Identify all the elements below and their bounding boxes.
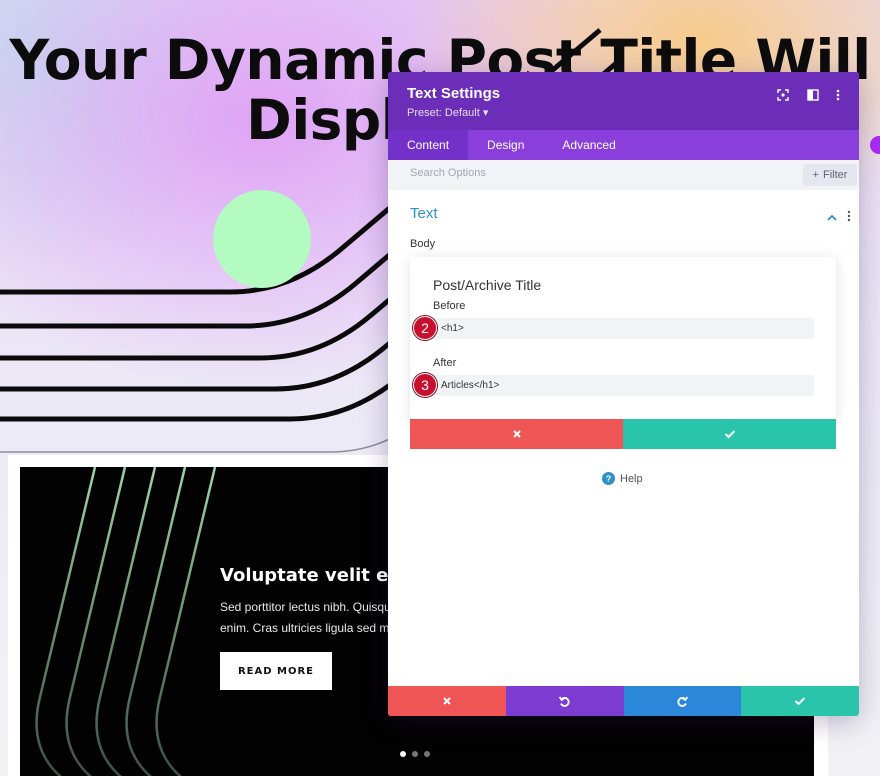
- section-title-text[interactable]: Text: [410, 205, 438, 222]
- redo-icon: [677, 695, 689, 707]
- read-more-button[interactable]: READ MORE: [220, 652, 332, 690]
- help-label: Help: [620, 472, 643, 485]
- undo-icon: [558, 695, 570, 707]
- help-link[interactable]: ? Help: [602, 472, 643, 485]
- help-icon: ?: [602, 472, 615, 485]
- before-input[interactable]: <h1>: [433, 318, 814, 339]
- chevron-up-icon[interactable]: [827, 209, 837, 227]
- fullscreen-icon[interactable]: [774, 86, 792, 104]
- check-icon: [794, 697, 806, 706]
- decorative-green-circle: [213, 190, 311, 288]
- dynamic-cancel-button[interactable]: [410, 419, 623, 449]
- filter-label: Filter: [822, 169, 848, 181]
- check-icon: [724, 430, 735, 439]
- body-label: Body: [410, 238, 436, 250]
- search-bar: Search Options + Filter: [388, 160, 859, 190]
- tab-advanced[interactable]: Advanced: [543, 130, 634, 160]
- before-label: Before: [433, 300, 466, 312]
- slider-dot-1[interactable]: [400, 751, 406, 757]
- more-options-icon[interactable]: [829, 86, 847, 104]
- text-settings-modal: Text Settings Preset: Default ▾ Content …: [388, 72, 859, 716]
- modal-header: Text Settings Preset: Default ▾: [388, 72, 859, 130]
- after-input[interactable]: Articles</h1>: [433, 375, 814, 396]
- save-button[interactable]: [741, 686, 859, 716]
- slider-dot-2[interactable]: [412, 751, 418, 757]
- split-view-icon[interactable]: [804, 86, 822, 104]
- dynamic-content-title: Post/Archive Title: [433, 277, 542, 293]
- tab-content[interactable]: Content: [388, 130, 469, 160]
- undo-button[interactable]: [505, 686, 624, 716]
- step-badge-3: 3: [413, 373, 437, 397]
- slider-pagination: [400, 751, 430, 757]
- discard-button[interactable]: [388, 686, 506, 716]
- close-icon: [443, 697, 451, 705]
- modal-tabs: Content Design Advanced: [388, 130, 859, 160]
- section-more-icon[interactable]: [847, 209, 851, 227]
- after-label: After: [433, 357, 457, 369]
- slider-dot-3[interactable]: [424, 751, 430, 757]
- modal-footer: [388, 686, 859, 716]
- tab-design[interactable]: Design: [468, 130, 543, 160]
- redo-button[interactable]: [623, 686, 742, 716]
- modal-title: Text Settings: [407, 85, 501, 102]
- filter-button[interactable]: + Filter: [803, 164, 857, 186]
- search-input[interactable]: Search Options: [410, 167, 486, 179]
- close-icon: [512, 430, 521, 438]
- dynamic-content-panel: Post/Archive Title Before <h1> 2 After A…: [410, 257, 836, 449]
- plus-icon: +: [812, 169, 819, 181]
- step-badge-2: 2: [413, 316, 437, 340]
- dynamic-confirm-button[interactable]: [623, 419, 836, 449]
- preset-selector[interactable]: Preset: Default ▾: [407, 106, 488, 119]
